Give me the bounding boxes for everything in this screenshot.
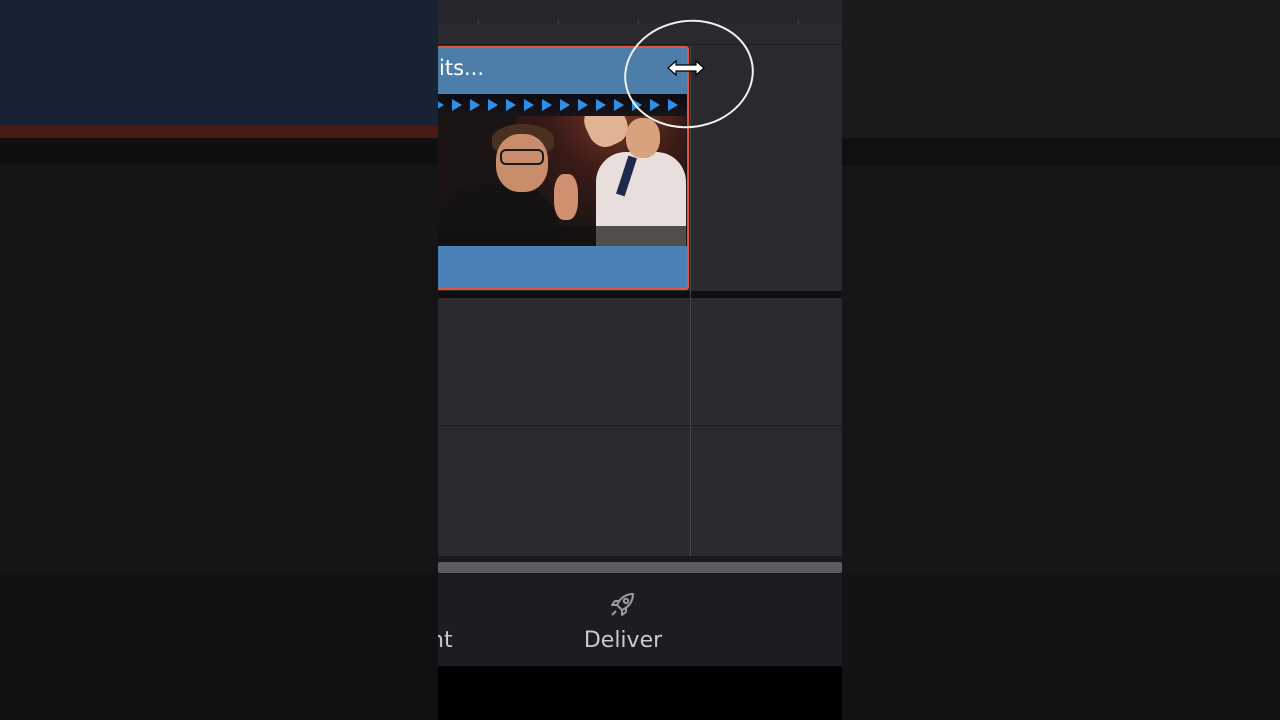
blurred-divider	[842, 138, 1280, 166]
marker-triangle	[470, 99, 480, 111]
marker-triangle	[578, 99, 588, 111]
thumbnail-person-face	[626, 118, 660, 158]
blurred-track	[842, 0, 1280, 138]
marker-triangle	[506, 99, 516, 111]
thumbnail-glasses	[500, 149, 544, 165]
blurred-background-right	[842, 0, 1280, 720]
timeline-scrollbar-thumb[interactable]	[438, 562, 842, 573]
blurred-page-bar	[0, 574, 438, 720]
marker-triangle	[524, 99, 534, 111]
blurred-clip	[0, 0, 438, 138]
blurred-background-left	[0, 0, 438, 720]
horizontal-resize-cursor-icon	[667, 59, 705, 77]
page-tab-deliver[interactable]: Deliver	[578, 588, 668, 662]
marker-triangle	[542, 99, 552, 111]
marker-triangle	[438, 99, 444, 111]
track-divider-line	[438, 425, 842, 426]
blurred-divider	[0, 138, 438, 164]
timeline-ruler[interactable]	[438, 0, 842, 24]
letterbox-bottom	[438, 666, 842, 720]
marker-triangle	[488, 99, 498, 111]
thumbnail-shadow	[438, 226, 687, 246]
marker-triangle	[614, 99, 624, 111]
marker-triangle	[560, 99, 570, 111]
clip-audio-strip	[438, 246, 687, 288]
clip-title: its...	[439, 56, 485, 80]
marker-triangle	[452, 99, 462, 111]
track-divider	[438, 291, 842, 298]
thumbnail-hand	[554, 174, 578, 220]
page-tab-edit-label[interactable]: nt	[438, 628, 453, 653]
blurred-page-bar	[842, 574, 1280, 720]
blurred-clip-border	[0, 126, 438, 138]
audio-track[interactable]	[438, 298, 842, 556]
page-tab-deliver-label: Deliver	[583, 628, 663, 653]
timeline-view: its... t Deliver	[438, 0, 842, 720]
rocket-icon	[611, 593, 634, 616]
marker-triangle	[596, 99, 606, 111]
